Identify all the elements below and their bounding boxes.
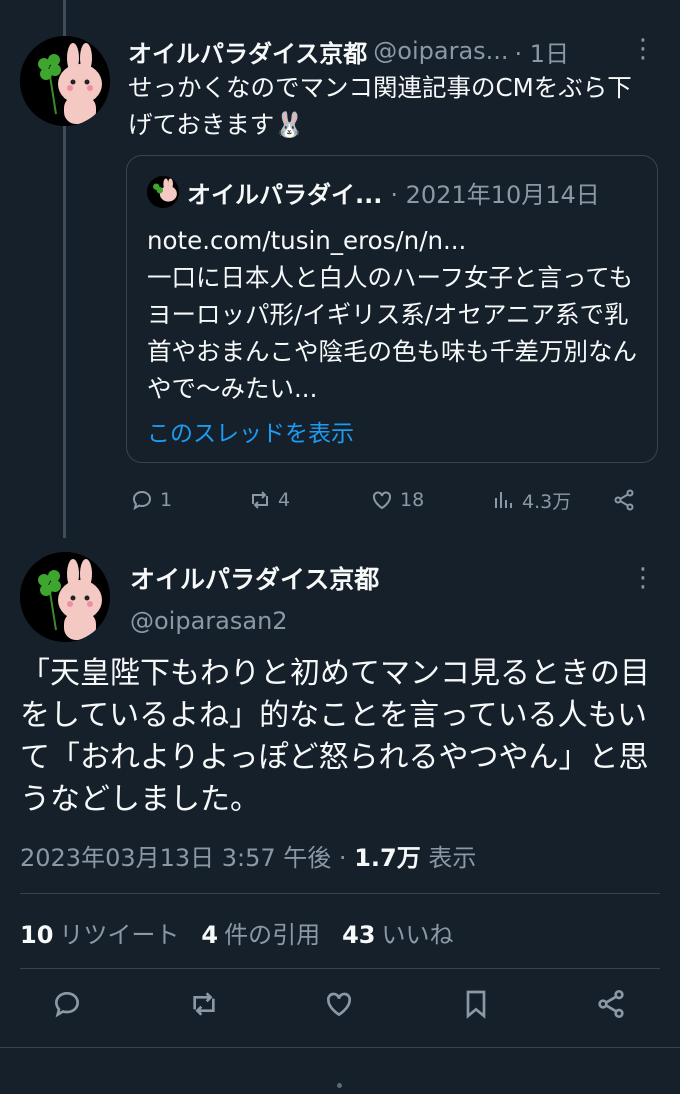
views-icon (495, 492, 512, 508)
timestamp[interactable]: · 1日 (515, 34, 570, 69)
divider (20, 893, 660, 894)
bunny-avatar-icon (147, 176, 179, 208)
avatar[interactable] (20, 36, 110, 126)
bunny-avatar-icon (20, 36, 110, 126)
avatar[interactable] (20, 552, 110, 642)
like-icon (326, 992, 352, 1017)
likes-count: 43 (342, 921, 376, 949)
handle[interactable]: @oiparasan2 (130, 607, 288, 635)
like-icon (373, 491, 391, 510)
view-count: 1.7万 (354, 844, 421, 872)
view-count: 4.3万 (522, 490, 572, 513)
quoted-header: オイルパラダイ... · 2021年10月14日 (147, 174, 600, 210)
quoted-tweet[interactable]: オイルパラダイ... · 2021年10月14日 note.com/tusin_… (126, 155, 658, 463)
bookmark-icon (466, 990, 486, 1019)
likes-stat[interactable]: 43 いいね (342, 915, 453, 950)
display-name[interactable]: オイルパラダイス京都 (130, 560, 379, 596)
handle[interactable]: @oiparas... (373, 37, 508, 65)
tweet-datetime[interactable]: 2023年03月13日 3:57 午後 · (20, 844, 354, 872)
tweet-text: 「天皇陛下もわりと初めてマンコ見るときの目をしているよね」的なことを言っている人… (20, 656, 650, 817)
retweet-icon (252, 491, 268, 509)
views-button[interactable]: 4.3万 (492, 480, 571, 520)
like-button[interactable]: 18 (370, 480, 424, 520)
retweets-count: 10 (20, 921, 54, 949)
quotes-stat[interactable]: 4 件の引用 (201, 915, 320, 950)
retweet-button[interactable] (188, 988, 224, 1024)
retweets-stat[interactable]: 10 リツイート (20, 915, 179, 950)
reply-button[interactable] (51, 988, 87, 1024)
more-icon[interactable]: ⋮ (630, 563, 656, 593)
retweet-icon (193, 992, 215, 1016)
retweets-label: リツイート (59, 921, 180, 949)
bunny-avatar-icon (20, 552, 110, 642)
share-icon (598, 990, 624, 1018)
like-button[interactable] (323, 988, 359, 1024)
quoted-avatar (147, 176, 179, 208)
display-name[interactable]: オイルパラダイス京都 (128, 34, 367, 69)
divider (0, 1047, 680, 1048)
tweet-actions (0, 988, 680, 1028)
retweet-count: 4 (278, 489, 291, 511)
likes-label: いいね (381, 921, 454, 949)
bookmark-button[interactable] (460, 988, 496, 1024)
quotes-count: 4 (201, 921, 219, 949)
quoted-date: · 2021年10月14日 (390, 180, 600, 209)
like-count: 18 (400, 489, 425, 511)
reply-icon (54, 991, 80, 1018)
tweet-text: せっかくなのでマンコ関連記事のCMをぶら下げておきます🐰 (128, 73, 632, 139)
more-icon[interactable]: ⋮ (630, 34, 656, 64)
tweet-meta: 2023年03月13日 3:57 午後 · 1.7万 表示 (20, 838, 476, 873)
tweet-stats: 10 リツイート 4 件の引用 43 いいね (20, 915, 454, 950)
retweet-button[interactable]: 4 (248, 480, 290, 520)
scroll-indicator (337, 1083, 342, 1088)
share-button[interactable] (612, 480, 636, 520)
reply-count: 1 (160, 489, 173, 511)
quotes-label: 件の引用 (224, 921, 321, 949)
quoted-text: note.com/tusin_eros/n/n... 一口に日本人と白人のハーフ… (147, 226, 637, 403)
show-thread-link[interactable]: このスレッドを表示 (147, 414, 354, 448)
reply-icon (132, 490, 152, 511)
reply-button[interactable]: 1 (130, 480, 172, 520)
tweet-header: オイルパラダイス京都 @oiparas... · 1日 (128, 33, 660, 69)
share-button[interactable] (595, 988, 631, 1024)
tweet-actions: 1 4 18 4.3万 (130, 480, 640, 520)
views-label: 表示 (420, 844, 477, 872)
share-icon (614, 489, 634, 511)
quoted-display-name: オイルパラダイ... (187, 180, 383, 209)
divider (20, 968, 660, 969)
